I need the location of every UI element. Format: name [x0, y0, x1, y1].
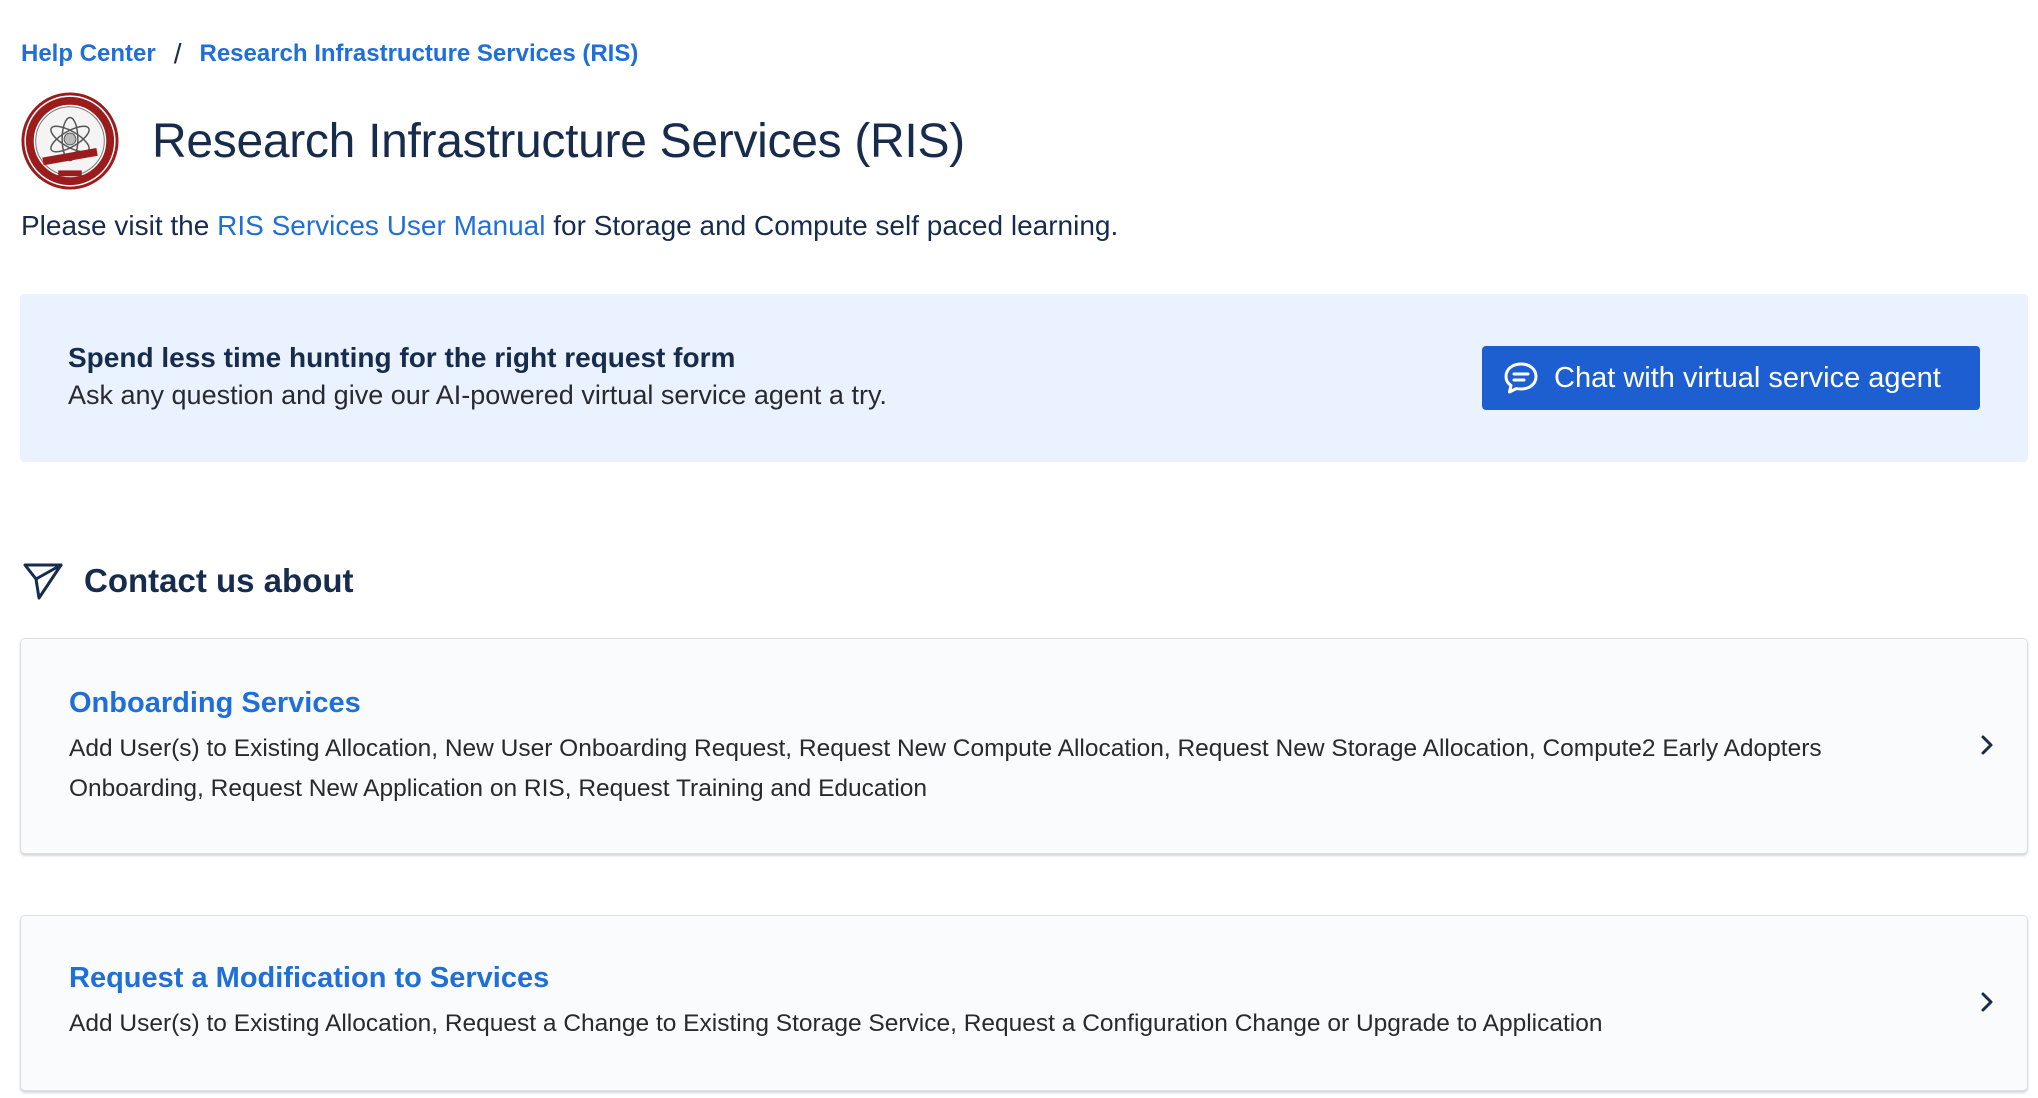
card-description: Add User(s) to Existing Allocation, New …	[69, 735, 1822, 802]
contact-section-title: Contact us about	[84, 562, 354, 599]
page-header: Research Infrastructure Services (RIS)	[21, 92, 965, 190]
breadcrumb: Help Center / Research Infrastructure Se…	[21, 38, 638, 70]
chevron-right-icon	[1973, 988, 2001, 1016]
chat-button-label: Chat with virtual service agent	[1554, 361, 1941, 394]
user-manual-link[interactable]: RIS Services User Manual	[217, 210, 545, 241]
paper-plane-icon	[23, 563, 63, 600]
card-description: Add User(s) to Existing Allocation, Requ…	[69, 1010, 1603, 1037]
chat-virtual-agent-button[interactable]: Chat with virtual service agent	[1482, 346, 1980, 410]
card-title: Onboarding Services	[69, 687, 361, 719]
banner-title: Spend less time hunting for the right re…	[68, 342, 736, 373]
banner-subtitle: Ask any question and give our AI-powered…	[68, 380, 887, 410]
breadcrumb-help-center[interactable]: Help Center	[21, 40, 156, 68]
chevron-right-icon	[1973, 731, 2001, 759]
card-title: Request a Modification to Services	[69, 962, 550, 994]
intro-suffix: for Storage and Compute self paced learn…	[545, 210, 1119, 241]
intro-prefix: Please visit the	[21, 210, 218, 241]
breadcrumb-current[interactable]: Research Infrastructure Services (RIS)	[199, 40, 638, 68]
page-title: Research Infrastructure Services (RIS)	[152, 114, 965, 168]
breadcrumb-separator: /	[173, 38, 182, 69]
intro-text: Please visit the RIS Services User Manua…	[21, 210, 1118, 242]
virtual-agent-banner: Spend less time hunting for the right re…	[20, 294, 2028, 462]
request-type-card-modification[interactable]: Request a Modification to Services Add U…	[20, 915, 2028, 1091]
chat-bubble-icon	[1502, 359, 1540, 397]
ris-seal-logo	[21, 92, 119, 190]
request-type-card-onboarding[interactable]: Onboarding Services Add User(s) to Exist…	[20, 638, 2028, 854]
contact-section-header: Contact us about	[22, 560, 354, 602]
